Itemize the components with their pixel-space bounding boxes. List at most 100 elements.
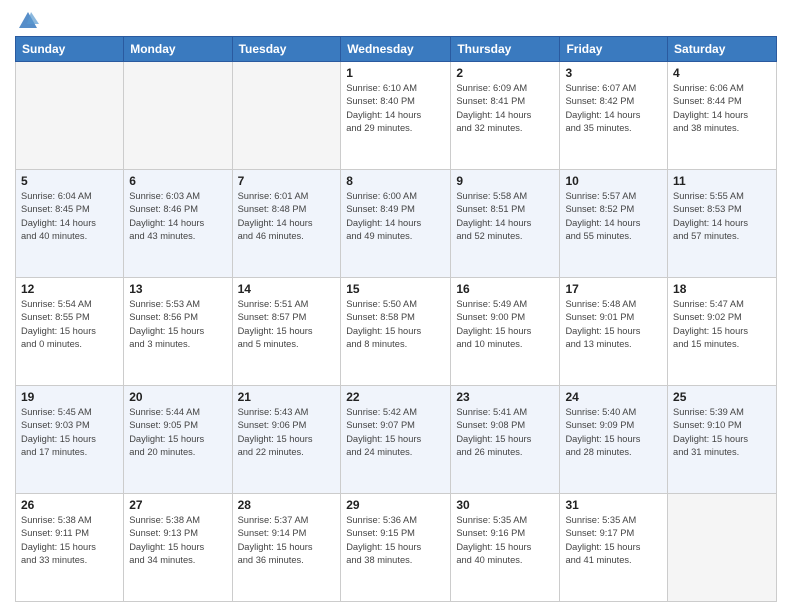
calendar-cell: 28 Sunrise: 5:37 AM Sunset: 9:14 PM Dayli… <box>232 494 341 602</box>
day-number: 27 <box>129 498 226 512</box>
calendar-cell: 31Sunrise: 5:35 AM Sunset: 9:17 PM Dayli… <box>560 494 668 602</box>
day-info: Sunrise: 5:47 AM Sunset: 9:02 PM Dayligh… <box>673 298 771 352</box>
calendar-cell: 3 Sunrise: 6:07 AM Sunset: 8:42 PM Daylig… <box>560 62 668 170</box>
day-info: Sunrise: 5:49 AM Sunset: 9:00 PM Dayligh… <box>456 298 554 352</box>
day-info: Sunrise: 5:54 AM Sunset: 8:55 PM Dayligh… <box>21 298 118 352</box>
day-number: 3 <box>565 66 662 80</box>
day-info: Sunrise: 5:35 AM Sunset: 9:17 PM Dayligh… <box>565 514 662 568</box>
calendar-cell: 5Sunrise: 6:04 AM Sunset: 8:45 PM Daylig… <box>16 170 124 278</box>
day-number: 26 <box>21 498 118 512</box>
calendar-cell: 19 Sunrise: 5:45 AM Sunset: 9:03 PM Dayli… <box>16 386 124 494</box>
day-info: Sunrise: 5:45 AM Sunset: 9:03 PM Dayligh… <box>21 406 118 460</box>
calendar-cell: 2 Sunrise: 6:09 AM Sunset: 8:41 PM Daylig… <box>451 62 560 170</box>
day-number: 7 <box>238 174 336 188</box>
page: SundayMondayTuesdayWednesdayThursdayFrid… <box>0 0 792 612</box>
day-number: 13 <box>129 282 226 296</box>
calendar-row: 26 Sunrise: 5:38 AM Sunset: 9:11 PM Dayli… <box>16 494 777 602</box>
calendar-cell <box>232 62 341 170</box>
day-info: Sunrise: 5:40 AM Sunset: 9:09 PM Dayligh… <box>565 406 662 460</box>
day-info: Sunrise: 6:10 AM Sunset: 8:40 PM Dayligh… <box>346 82 445 136</box>
calendar-row: 1 Sunrise: 6:10 AM Sunset: 8:40 PM Daylig… <box>16 62 777 170</box>
day-number: 14 <box>238 282 336 296</box>
logo <box>15 10 39 28</box>
calendar-row: 19 Sunrise: 5:45 AM Sunset: 9:03 PM Dayli… <box>16 386 777 494</box>
day-number: 4 <box>673 66 771 80</box>
calendar-cell: 26 Sunrise: 5:38 AM Sunset: 9:11 PM Dayli… <box>16 494 124 602</box>
column-header-friday: Friday <box>560 37 668 62</box>
day-info: Sunrise: 5:38 AM Sunset: 9:11 PM Dayligh… <box>21 514 118 568</box>
day-number: 15 <box>346 282 445 296</box>
column-header-monday: Monday <box>124 37 232 62</box>
calendar-cell: 12 Sunrise: 5:54 AM Sunset: 8:55 PM Dayli… <box>16 278 124 386</box>
day-number: 16 <box>456 282 554 296</box>
calendar-table: SundayMondayTuesdayWednesdayThursdayFrid… <box>15 36 777 602</box>
calendar-cell: 13 Sunrise: 5:53 AM Sunset: 8:56 PM Dayli… <box>124 278 232 386</box>
calendar-header-row: SundayMondayTuesdayWednesdayThursdayFrid… <box>16 37 777 62</box>
day-number: 23 <box>456 390 554 404</box>
calendar-cell: 15 Sunrise: 5:50 AM Sunset: 8:58 PM Dayli… <box>341 278 451 386</box>
column-header-thursday: Thursday <box>451 37 560 62</box>
calendar-cell: 6Sunrise: 6:03 AM Sunset: 8:46 PM Daylig… <box>124 170 232 278</box>
calendar-cell: 17 Sunrise: 5:48 AM Sunset: 9:01 PM Dayli… <box>560 278 668 386</box>
day-number: 20 <box>129 390 226 404</box>
column-header-tuesday: Tuesday <box>232 37 341 62</box>
calendar-cell <box>124 62 232 170</box>
calendar-cell: 25 Sunrise: 5:39 AM Sunset: 9:10 PM Dayli… <box>668 386 777 494</box>
day-info: Sunrise: 6:01 AM Sunset: 8:48 PM Dayligh… <box>238 190 336 244</box>
day-info: Sunrise: 6:03 AM Sunset: 8:46 PM Dayligh… <box>129 190 226 244</box>
day-number: 12 <box>21 282 118 296</box>
day-number: 9 <box>456 174 554 188</box>
day-info: Sunrise: 5:48 AM Sunset: 9:01 PM Dayligh… <box>565 298 662 352</box>
calendar-cell: 24 Sunrise: 5:40 AM Sunset: 9:09 PM Dayli… <box>560 386 668 494</box>
day-info: Sunrise: 5:35 AM Sunset: 9:16 PM Dayligh… <box>456 514 554 568</box>
day-info: Sunrise: 5:51 AM Sunset: 8:57 PM Dayligh… <box>238 298 336 352</box>
calendar-cell: 14 Sunrise: 5:51 AM Sunset: 8:57 PM Dayli… <box>232 278 341 386</box>
day-number: 30 <box>456 498 554 512</box>
day-number: 24 <box>565 390 662 404</box>
day-info: Sunrise: 5:55 AM Sunset: 8:53 PM Dayligh… <box>673 190 771 244</box>
day-info: Sunrise: 5:36 AM Sunset: 9:15 PM Dayligh… <box>346 514 445 568</box>
column-header-wednesday: Wednesday <box>341 37 451 62</box>
calendar-cell: 22Sunrise: 5:42 AM Sunset: 9:07 PM Dayli… <box>341 386 451 494</box>
calendar-cell: 18 Sunrise: 5:47 AM Sunset: 9:02 PM Dayli… <box>668 278 777 386</box>
day-info: Sunrise: 5:53 AM Sunset: 8:56 PM Dayligh… <box>129 298 226 352</box>
day-info: Sunrise: 5:41 AM Sunset: 9:08 PM Dayligh… <box>456 406 554 460</box>
column-header-sunday: Sunday <box>16 37 124 62</box>
day-info: Sunrise: 6:09 AM Sunset: 8:41 PM Dayligh… <box>456 82 554 136</box>
calendar-cell: 7 Sunrise: 6:01 AM Sunset: 8:48 PM Daylig… <box>232 170 341 278</box>
calendar-row: 5Sunrise: 6:04 AM Sunset: 8:45 PM Daylig… <box>16 170 777 278</box>
day-info: Sunrise: 6:06 AM Sunset: 8:44 PM Dayligh… <box>673 82 771 136</box>
day-number: 17 <box>565 282 662 296</box>
day-info: Sunrise: 5:37 AM Sunset: 9:14 PM Dayligh… <box>238 514 336 568</box>
day-info: Sunrise: 6:00 AM Sunset: 8:49 PM Dayligh… <box>346 190 445 244</box>
calendar-cell: 23 Sunrise: 5:41 AM Sunset: 9:08 PM Dayli… <box>451 386 560 494</box>
calendar-cell: 16 Sunrise: 5:49 AM Sunset: 9:00 PM Dayli… <box>451 278 560 386</box>
day-info: Sunrise: 5:39 AM Sunset: 9:10 PM Dayligh… <box>673 406 771 460</box>
calendar-cell: 27 Sunrise: 5:38 AM Sunset: 9:13 PM Dayli… <box>124 494 232 602</box>
day-info: Sunrise: 6:07 AM Sunset: 8:42 PM Dayligh… <box>565 82 662 136</box>
day-info: Sunrise: 6:04 AM Sunset: 8:45 PM Dayligh… <box>21 190 118 244</box>
calendar-cell: 11 Sunrise: 5:55 AM Sunset: 8:53 PM Dayli… <box>668 170 777 278</box>
day-info: Sunrise: 5:50 AM Sunset: 8:58 PM Dayligh… <box>346 298 445 352</box>
calendar-cell <box>16 62 124 170</box>
calendar-cell <box>668 494 777 602</box>
day-info: Sunrise: 5:44 AM Sunset: 9:05 PM Dayligh… <box>129 406 226 460</box>
day-number: 29 <box>346 498 445 512</box>
day-number: 1 <box>346 66 445 80</box>
calendar-cell: 4 Sunrise: 6:06 AM Sunset: 8:44 PM Daylig… <box>668 62 777 170</box>
day-number: 25 <box>673 390 771 404</box>
day-number: 11 <box>673 174 771 188</box>
day-number: 19 <box>21 390 118 404</box>
day-info: Sunrise: 5:38 AM Sunset: 9:13 PM Dayligh… <box>129 514 226 568</box>
calendar-cell: 1 Sunrise: 6:10 AM Sunset: 8:40 PM Daylig… <box>341 62 451 170</box>
day-number: 18 <box>673 282 771 296</box>
day-info: Sunrise: 5:57 AM Sunset: 8:52 PM Dayligh… <box>565 190 662 244</box>
day-number: 2 <box>456 66 554 80</box>
calendar-cell: 10Sunrise: 5:57 AM Sunset: 8:52 PM Dayli… <box>560 170 668 278</box>
day-number: 21 <box>238 390 336 404</box>
day-info: Sunrise: 5:42 AM Sunset: 9:07 PM Dayligh… <box>346 406 445 460</box>
calendar-cell: 9Sunrise: 5:58 AM Sunset: 8:51 PM Daylig… <box>451 170 560 278</box>
logo-icon <box>17 10 39 32</box>
day-number: 28 <box>238 498 336 512</box>
calendar-cell: 20 Sunrise: 5:44 AM Sunset: 9:05 PM Dayli… <box>124 386 232 494</box>
